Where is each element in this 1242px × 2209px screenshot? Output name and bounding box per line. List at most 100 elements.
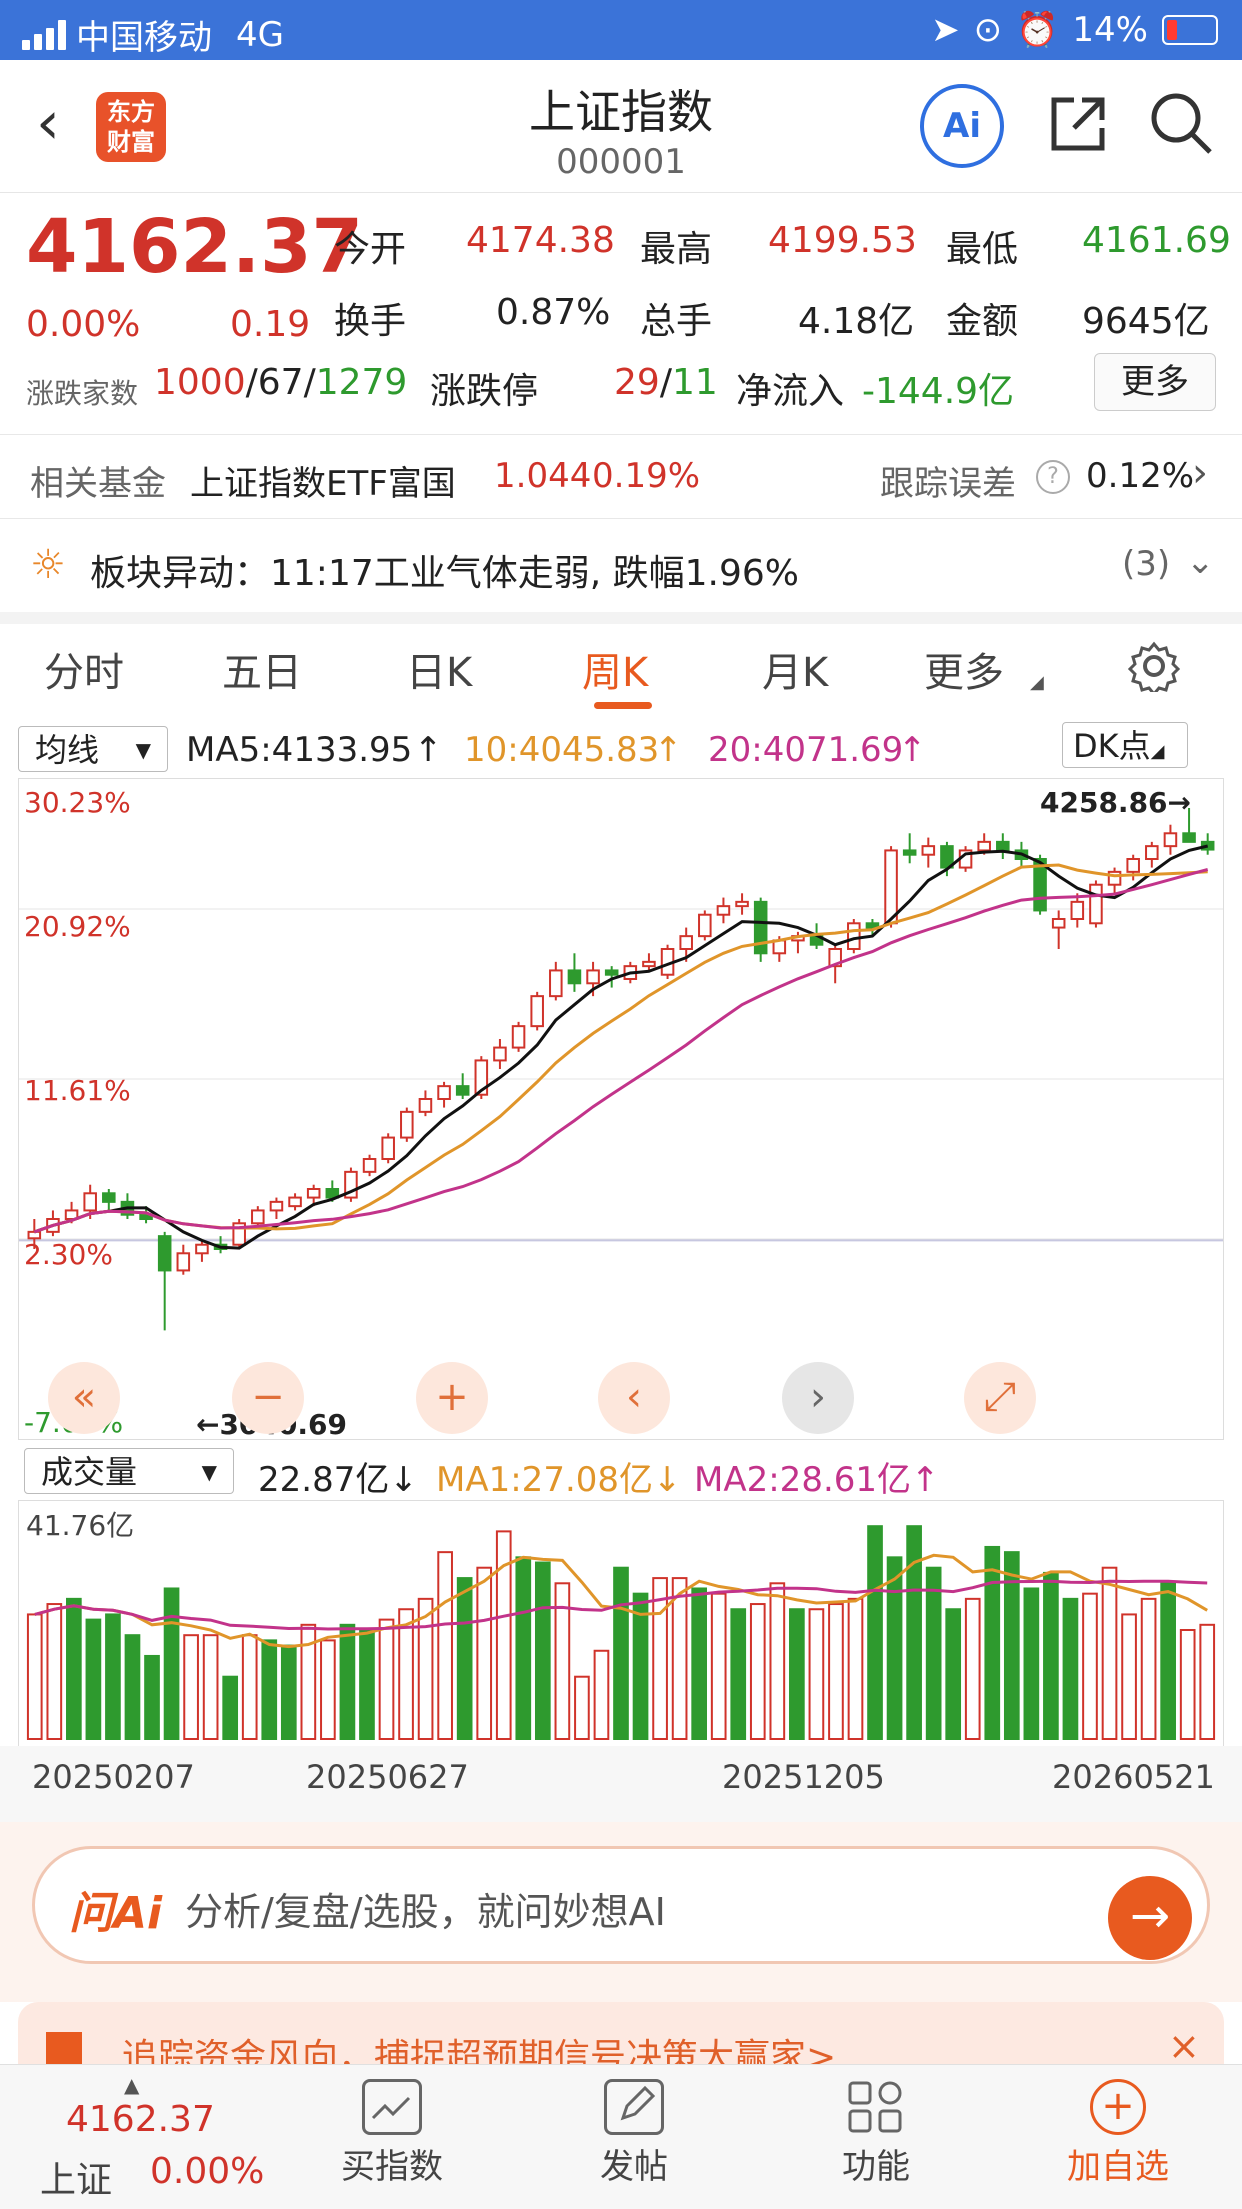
nav-functions[interactable]: 功能 xyxy=(766,2065,986,2188)
inflow-label: 净流入 xyxy=(736,371,845,412)
candle xyxy=(511,1025,526,1049)
nav-add-watchlist[interactable]: + 加自选 xyxy=(1008,2065,1228,2188)
ma20-arrow: ↑ xyxy=(898,730,927,770)
volume-bar xyxy=(613,1566,629,1741)
ask-ai-brand: 问Ai xyxy=(69,1888,163,1939)
candle xyxy=(847,922,861,951)
tab-weekly-k[interactable]: 周K xyxy=(582,640,648,698)
tab-more[interactable]: 更多 xyxy=(924,640,1004,698)
help-icon[interactable]: ? xyxy=(1036,460,1070,494)
sector-alert-row[interactable]: ☼ 板块异动：11:17工业气体走弱, 跌幅1.96% (3) ⌄ xyxy=(0,520,1242,612)
volume-bar xyxy=(593,1649,610,1740)
volume-bar xyxy=(769,1582,786,1740)
scroll-left-icon[interactable]: ‹ xyxy=(598,1362,670,1434)
candle xyxy=(604,969,619,976)
candle xyxy=(195,1243,209,1255)
volume-bar xyxy=(671,1577,688,1740)
nav-quote-summary[interactable]: ▲ 4162.37 上证 0.00% xyxy=(0,2065,270,2209)
divider xyxy=(0,518,1242,519)
volume-bar xyxy=(808,1608,825,1740)
volume-bar xyxy=(730,1608,747,1740)
adv-dec-label: 涨跌家数 xyxy=(26,377,139,410)
candle xyxy=(977,840,991,852)
candle xyxy=(698,913,712,938)
tab-intraday[interactable]: 分时 xyxy=(44,640,124,698)
fund-pct: 0.19% xyxy=(592,456,701,496)
nav-buy-index[interactable]: 买指数 xyxy=(282,2065,502,2188)
volume-bar xyxy=(906,1525,922,1740)
sub-indicator-select[interactable]: 成交量 ▼ xyxy=(24,1448,234,1494)
grid-icon xyxy=(846,2079,906,2135)
ask-ai-go-button[interactable]: → xyxy=(1108,1876,1192,1960)
volume-bar xyxy=(183,1634,199,1740)
candle xyxy=(306,1188,321,1199)
ma20-line xyxy=(33,868,1209,1234)
ask-ai-input[interactable]: 问Ai 分析/复盘/选股，就问妙想AI xyxy=(32,1846,1210,1964)
tab-daily-k[interactable]: 日K xyxy=(406,640,472,698)
volume-bar xyxy=(867,1525,883,1740)
candle xyxy=(288,1196,302,1208)
zoom-in-icon[interactable]: + xyxy=(416,1362,488,1434)
promo-banner[interactable]: 追踪资金风向，捕捉超预期信号决策大赢家> × xyxy=(18,2002,1224,2064)
candle xyxy=(1070,900,1085,920)
scroll-left-fast-icon[interactable]: « xyxy=(48,1362,120,1434)
change-value: 0.19 xyxy=(230,304,311,345)
vol-ma2-value: MA2:28.61亿↑ xyxy=(694,1460,940,1500)
low-value: 4161.69 xyxy=(1082,220,1231,261)
inflow-value: -144.9亿 xyxy=(862,371,1015,412)
volume-svg xyxy=(26,1525,1216,1741)
nav-post[interactable]: 发帖 xyxy=(524,2065,744,2188)
tab-monthly-k[interactable]: 月K xyxy=(762,640,828,698)
volume-bar xyxy=(241,1634,258,1740)
volume-bar xyxy=(1121,1613,1137,1740)
share-icon[interactable] xyxy=(1046,92,1110,160)
vol-max-label: 41.76亿 xyxy=(26,1509,135,1542)
battery-icon xyxy=(1162,15,1218,45)
volume-bar xyxy=(476,1566,493,1741)
location-icon: ➤ xyxy=(931,10,960,50)
search-icon[interactable] xyxy=(1148,90,1214,160)
settings-icon[interactable] xyxy=(1127,640,1181,697)
candle xyxy=(157,1235,172,1272)
volume-bar xyxy=(574,1675,590,1740)
related-fund-row[interactable]: 相关基金 上证指数ETF富国 1.044 0.19% 跟踪误差 ? 0.12% … xyxy=(0,436,1242,516)
more-button[interactable]: 更多 xyxy=(1094,353,1216,411)
volume-bar xyxy=(652,1577,668,1740)
open-label: 今开 xyxy=(334,229,407,270)
scroll-right-icon[interactable]: › xyxy=(782,1362,854,1434)
section-gap xyxy=(0,612,1242,624)
volume-bar xyxy=(847,1597,864,1740)
volume-bar xyxy=(1179,1629,1196,1740)
tab-5day[interactable]: 五日 xyxy=(222,640,302,698)
alarm-icon: ⏰ xyxy=(1016,10,1059,50)
dk-point-button[interactable]: DK点◢ xyxy=(1062,722,1188,768)
candle xyxy=(455,1085,470,1096)
volume-bar xyxy=(749,1603,766,1740)
megaphone-icon xyxy=(46,2032,82,2064)
volume-bar xyxy=(261,1639,278,1740)
kline-chart[interactable] xyxy=(18,778,1224,1440)
status-bar: 中国移动 4G ➤ ⊙ ⏰ 14% xyxy=(0,0,1242,60)
signal-icon xyxy=(22,19,66,50)
volume-bar xyxy=(534,1561,551,1741)
candle xyxy=(1089,883,1103,925)
candle xyxy=(1145,845,1159,861)
zoom-out-icon[interactable]: − xyxy=(232,1362,304,1434)
fullscreen-icon[interactable]: ⤢ xyxy=(964,1362,1036,1434)
plus-circle-icon: + xyxy=(1090,2079,1146,2135)
track-error-value: 0.12% xyxy=(1086,456,1195,496)
close-icon[interactable]: × xyxy=(1168,2024,1200,2064)
ai-button[interactable]: Ai xyxy=(920,84,1004,168)
volume-bar xyxy=(1140,1597,1157,1740)
indicator-select[interactable]: 均线 ▼ xyxy=(18,726,168,772)
volume-bar xyxy=(280,1644,297,1740)
ask-ai-placeholder: 分析/复盘/选股，就问妙想AI xyxy=(185,1890,666,1934)
volume-chart[interactable] xyxy=(18,1500,1224,1746)
volume-bar xyxy=(66,1597,82,1740)
ma10-arrow: ↑ xyxy=(654,730,683,770)
volume-bar xyxy=(964,1597,981,1740)
fund-label: 相关基金 xyxy=(30,464,166,504)
date-label: 20260521 xyxy=(1052,1758,1215,1796)
ma5-value: MA5:4133.95 xyxy=(186,730,413,770)
candle xyxy=(586,969,600,985)
